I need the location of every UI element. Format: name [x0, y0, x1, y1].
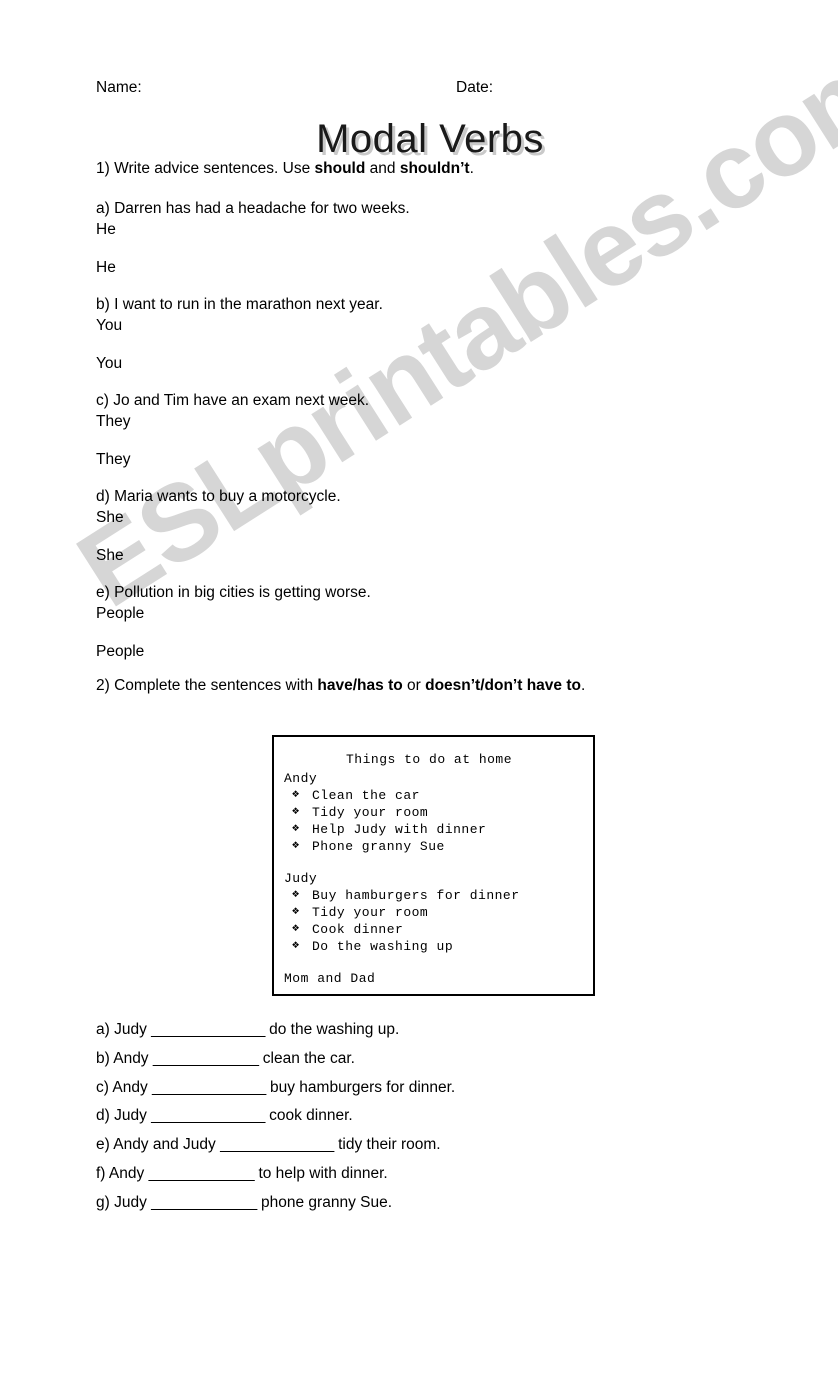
answer-blank[interactable]: _____________ [153, 1050, 259, 1067]
answer-blank[interactable]: ______________ [151, 1021, 265, 1038]
exercise1-item-c: c) Jo and Tim have an exam next week. Th… [96, 390, 369, 470]
answer-line-2[interactable]: You [96, 353, 383, 374]
list-item: ❖ Cook dinner [292, 921, 593, 938]
instruction-bold-have-has-to: have/has to [317, 677, 403, 694]
instruction-bold-dont-have-to: doesn’t/don’t have to [425, 677, 581, 694]
answer-line-2[interactable]: People [96, 641, 371, 662]
exercise1-item-e: e) Pollution in big cities is getting wo… [96, 582, 371, 662]
question-prefix: g) Judy [96, 1193, 152, 1211]
list-item: ❖ Clean the car [292, 787, 593, 804]
instruction-bold-should: should [314, 160, 366, 177]
instruction-text-mid: or [402, 677, 426, 694]
instruction-text: 1) Write advice sentences. Use [96, 160, 315, 177]
question-suffix: do the washing up. [264, 1021, 400, 1038]
question-suffix: clean the car. [258, 1049, 355, 1067]
answer-blank[interactable]: ______________ [220, 1136, 334, 1153]
task-text: Do the washing up [312, 939, 454, 954]
instruction-text-suffix: . [580, 677, 586, 694]
question-suffix: phone granny Sue. [256, 1193, 393, 1211]
answer-blank[interactable]: _____________ [151, 1194, 257, 1211]
question-prefix: a) Judy [96, 1021, 152, 1038]
worksheet-page: ESLprintables.com Name: Date: Modal Verb… [0, 0, 838, 1389]
list-item: ❖ Tidy your room [292, 804, 593, 821]
task-box-title: Things to do at home [346, 752, 513, 767]
task-list-judy: ❖ Buy hamburgers for dinner ❖ Tidy your ro… [274, 887, 593, 955]
answer-line-2[interactable]: He [96, 257, 410, 278]
diamond-bullet-icon: ❖ [292, 904, 300, 918]
question-item-d: d) Judy ______________ cook dinner. [96, 1102, 455, 1131]
question-prefix: b) Andy [96, 1049, 153, 1067]
instruction-text: 2) Complete the sentences with [96, 677, 318, 694]
task-list-andy: ❖ Clean the car ❖ Tidy your room ❖ Help Jud… [274, 787, 593, 855]
diamond-bullet-icon: ❖ [292, 804, 300, 818]
answer-line-2[interactable]: They [96, 449, 369, 470]
answer-line-1[interactable]: She [96, 507, 341, 528]
question-item-g: g) Judy _____________ phone granny Sue. [96, 1189, 455, 1218]
task-text: Phone granny Sue [312, 839, 445, 854]
instruction-text-mid: and [365, 160, 400, 177]
item-prompt: d) Maria wants to buy a motorcycle. [96, 488, 341, 505]
answer-blank[interactable]: ______________ [151, 1107, 265, 1124]
list-item: ❖ Buy hamburgers for dinner [292, 887, 593, 904]
diamond-bullet-icon: ❖ [292, 838, 300, 852]
question-item-e: e) Andy and Judy ______________ tidy the… [96, 1131, 455, 1160]
name-label: Name: [96, 79, 142, 96]
page-title: Modal Verbs [316, 117, 544, 161]
diamond-bullet-icon: ❖ [292, 821, 300, 835]
list-item: ❖ Help Judy with dinner [292, 821, 593, 838]
item-prompt: e) Pollution in big cities is getting wo… [96, 584, 371, 601]
task-text: Tidy your room [312, 905, 429, 920]
diamond-bullet-icon: ❖ [292, 938, 300, 952]
task-group-person-judy: Judy [284, 871, 318, 886]
answer-line-1[interactable]: You [96, 315, 383, 336]
question-item-c: c) Andy ______________ buy hamburgers fo… [96, 1074, 455, 1103]
things-to-do-box: Things to do at home Andy ❖ Clean the car… [272, 735, 595, 996]
exercise1-instruction: 1) Write advice sentences. Use should an… [96, 159, 474, 179]
task-group-person-mom-and-dad: Mom and Dad [284, 971, 376, 986]
question-item-a: a) Judy ______________ do the washing up… [96, 1016, 455, 1045]
diamond-bullet-icon: ❖ [292, 887, 300, 901]
instruction-text-suffix: . [469, 160, 474, 177]
answer-line-1[interactable]: People [96, 603, 371, 624]
task-text: Tidy your room [312, 805, 429, 820]
diamond-bullet-icon: ❖ [292, 787, 300, 801]
answer-blank[interactable]: ______________ [152, 1079, 266, 1096]
list-item: ❖ Tidy your room [292, 904, 593, 921]
question-prefix: e) Andy and Judy [96, 1136, 221, 1154]
item-prompt: c) Jo and Tim have an exam next week. [96, 392, 370, 409]
task-group-person-andy: Andy [284, 771, 318, 786]
question-suffix: cook dinner. [264, 1107, 353, 1125]
instruction-bold-shouldnt: shouldn’t [399, 160, 470, 177]
exercise2-instruction: 2) Complete the sentences with have/has … [96, 676, 585, 696]
answer-line-1[interactable]: They [96, 411, 369, 432]
question-suffix: to help with dinner. [254, 1164, 388, 1182]
task-text: Buy hamburgers for dinner [312, 888, 520, 903]
answer-line-2[interactable]: She [96, 545, 341, 566]
exercise1-item-d: d) Maria wants to buy a motorcycle. She … [96, 486, 341, 566]
exercise1-item-b: b) I want to run in the marathon next ye… [96, 294, 383, 374]
exercise2-question-list: a) Judy ______________ do the washing up… [96, 1016, 455, 1218]
task-text: Help Judy with dinner [312, 822, 487, 837]
date-label: Date: [456, 79, 494, 96]
question-item-f: f) Andy _____________ to help with dinne… [96, 1160, 455, 1189]
exercise1-item-a: a) Darren has had a headache for two wee… [96, 198, 410, 278]
list-item: ❖ Phone granny Sue [292, 838, 593, 855]
diamond-bullet-icon: ❖ [292, 921, 300, 935]
question-item-b: b) Andy _____________ clean the car. [96, 1045, 455, 1074]
question-suffix: tidy their room. [333, 1136, 441, 1154]
worksheet-content: Name: Date: Modal Verbs 1) Write advice … [0, 0, 838, 1389]
question-prefix: d) Judy [96, 1107, 152, 1125]
question-prefix: c) Andy [96, 1078, 152, 1096]
list-item: ❖ Do the washing up [292, 938, 593, 955]
question-suffix: buy hamburgers for dinner. [265, 1078, 456, 1096]
question-prefix: f) Andy [96, 1164, 149, 1182]
item-prompt: a) Darren has had a headache for two wee… [96, 200, 410, 217]
answer-line-1[interactable]: He [96, 219, 410, 240]
answer-blank[interactable]: _____________ [149, 1165, 255, 1182]
task-text: Cook dinner [312, 922, 404, 937]
item-prompt: b) I want to run in the marathon next ye… [96, 296, 383, 313]
task-text: Clean the car [312, 788, 420, 803]
